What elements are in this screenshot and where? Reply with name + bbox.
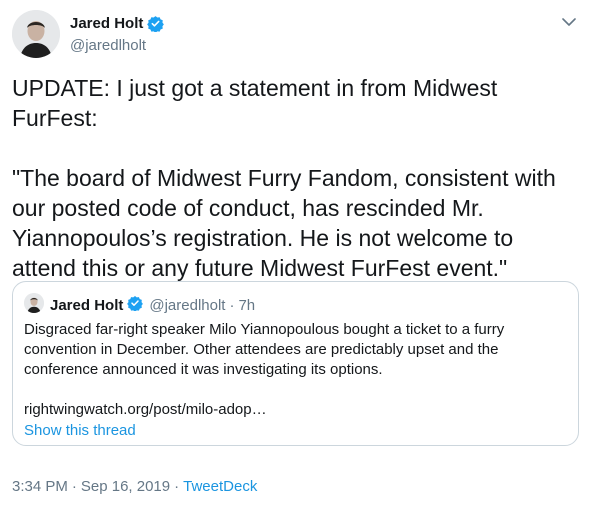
quoted-tweet-card[interactable]: Jared Holt @jaredlholt · 7h Disgraced fa…: [12, 281, 579, 446]
tweet-time[interactable]: 3:34 PM: [12, 478, 68, 495]
author-handle[interactable]: @jaredlholt: [70, 37, 146, 54]
quoted-link[interactable]: rightwingwatch.org/post/milo-adop…: [24, 400, 267, 420]
quoted-timestamp[interactable]: 7h: [238, 297, 255, 314]
author-name[interactable]: Jared Holt: [70, 15, 165, 33]
author-name-text[interactable]: Jared Holt: [70, 15, 143, 32]
quoted-author-name[interactable]: Jared Holt: [50, 297, 123, 314]
quoted-header: Jared Holt @jaredlholt · 7h: [50, 295, 255, 315]
quoted-tweet-text: Disgraced far-right speaker Milo Yiannop…: [24, 321, 505, 378]
tweet-date[interactable]: Sep 16, 2019: [81, 478, 170, 495]
meta-separator: ·: [71, 478, 77, 495]
show-thread-link[interactable]: Show this thread: [24, 421, 136, 441]
chevron-down-icon[interactable]: [559, 14, 579, 30]
quoted-avatar[interactable]: [24, 293, 44, 313]
tweet-source-link[interactable]: TweetDeck: [183, 478, 257, 495]
meta-separator: ·: [174, 478, 180, 495]
quoted-author-handle[interactable]: @jaredlholt: [149, 297, 225, 314]
verified-badge-icon: [127, 295, 144, 315]
quoted-separator: ·: [229, 296, 235, 314]
verified-badge-icon: [147, 15, 165, 33]
tweet-text: UPDATE: I just got a statement in from M…: [12, 75, 556, 281]
tweet-meta: 3:34 PM · Sep 16, 2019 · TweetDeck: [12, 478, 257, 495]
avatar[interactable]: [12, 10, 60, 58]
